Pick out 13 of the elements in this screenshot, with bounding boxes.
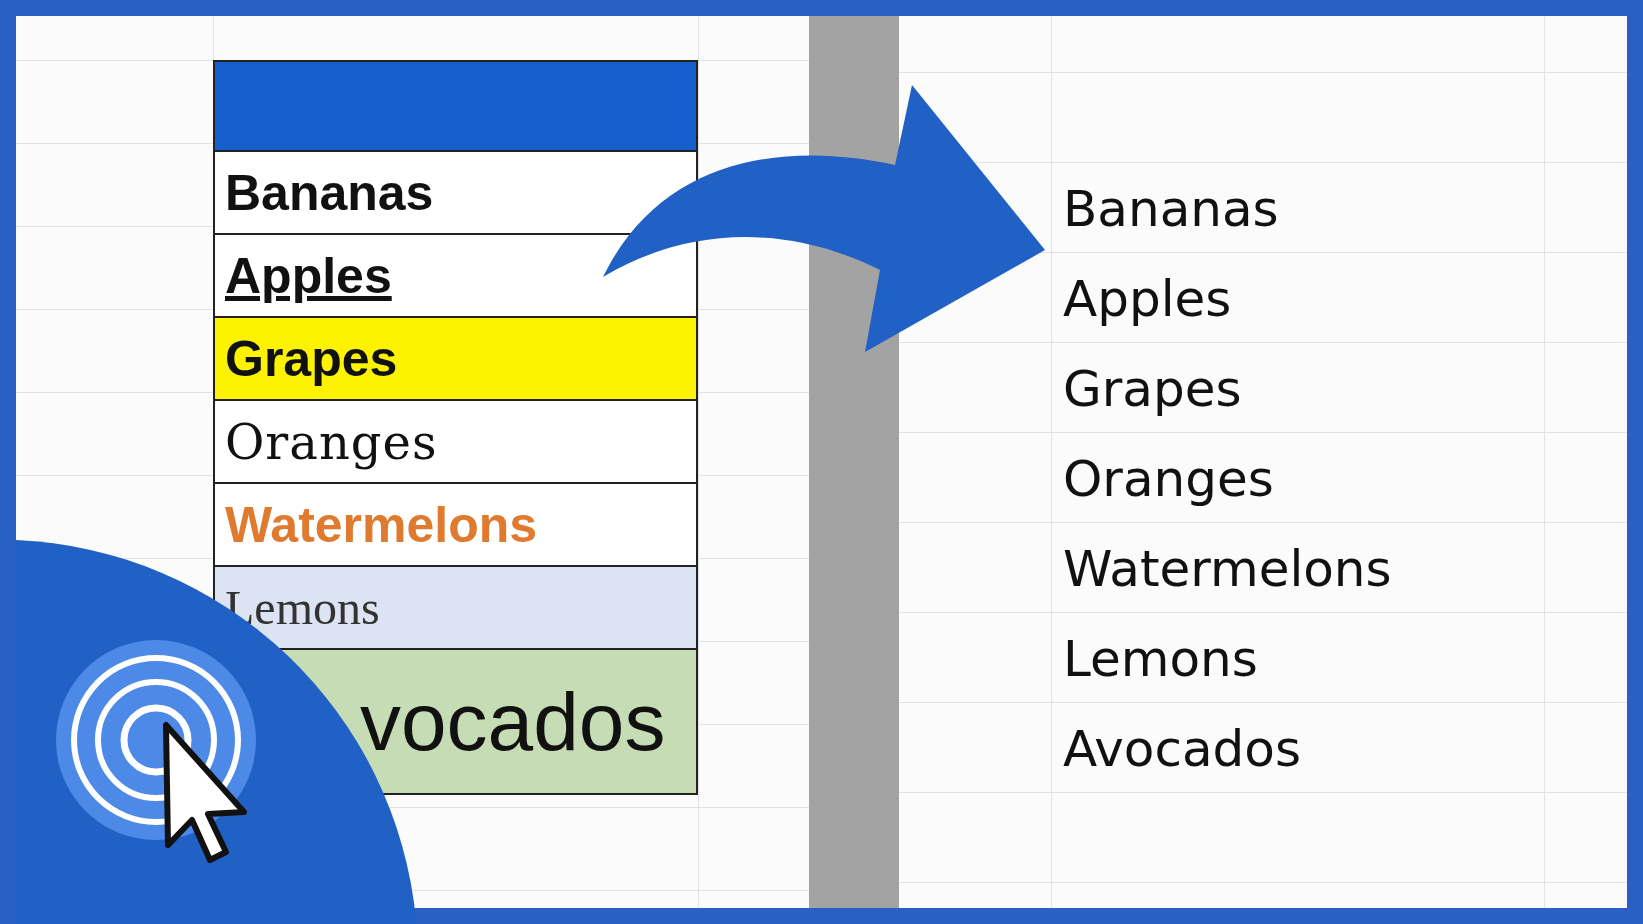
table-cell: Lemons <box>1063 630 1258 688</box>
table-cell: Bananas <box>215 152 696 235</box>
table-cell: Watermelons <box>215 484 696 567</box>
table-cell: Apples <box>1063 270 1232 328</box>
table-cell: Grapes <box>1063 360 1242 418</box>
table-cell: Oranges <box>215 401 696 484</box>
table-cell: Grapes <box>215 318 696 401</box>
table-cell: Avocados <box>1063 720 1301 778</box>
cursor-target-icon <box>56 640 256 863</box>
table-cell: Apples <box>215 235 696 318</box>
table-cell: Bananas <box>1063 180 1279 238</box>
table-cell: Oranges <box>1063 450 1274 508</box>
table-cell: Watermelons <box>1063 540 1392 598</box>
